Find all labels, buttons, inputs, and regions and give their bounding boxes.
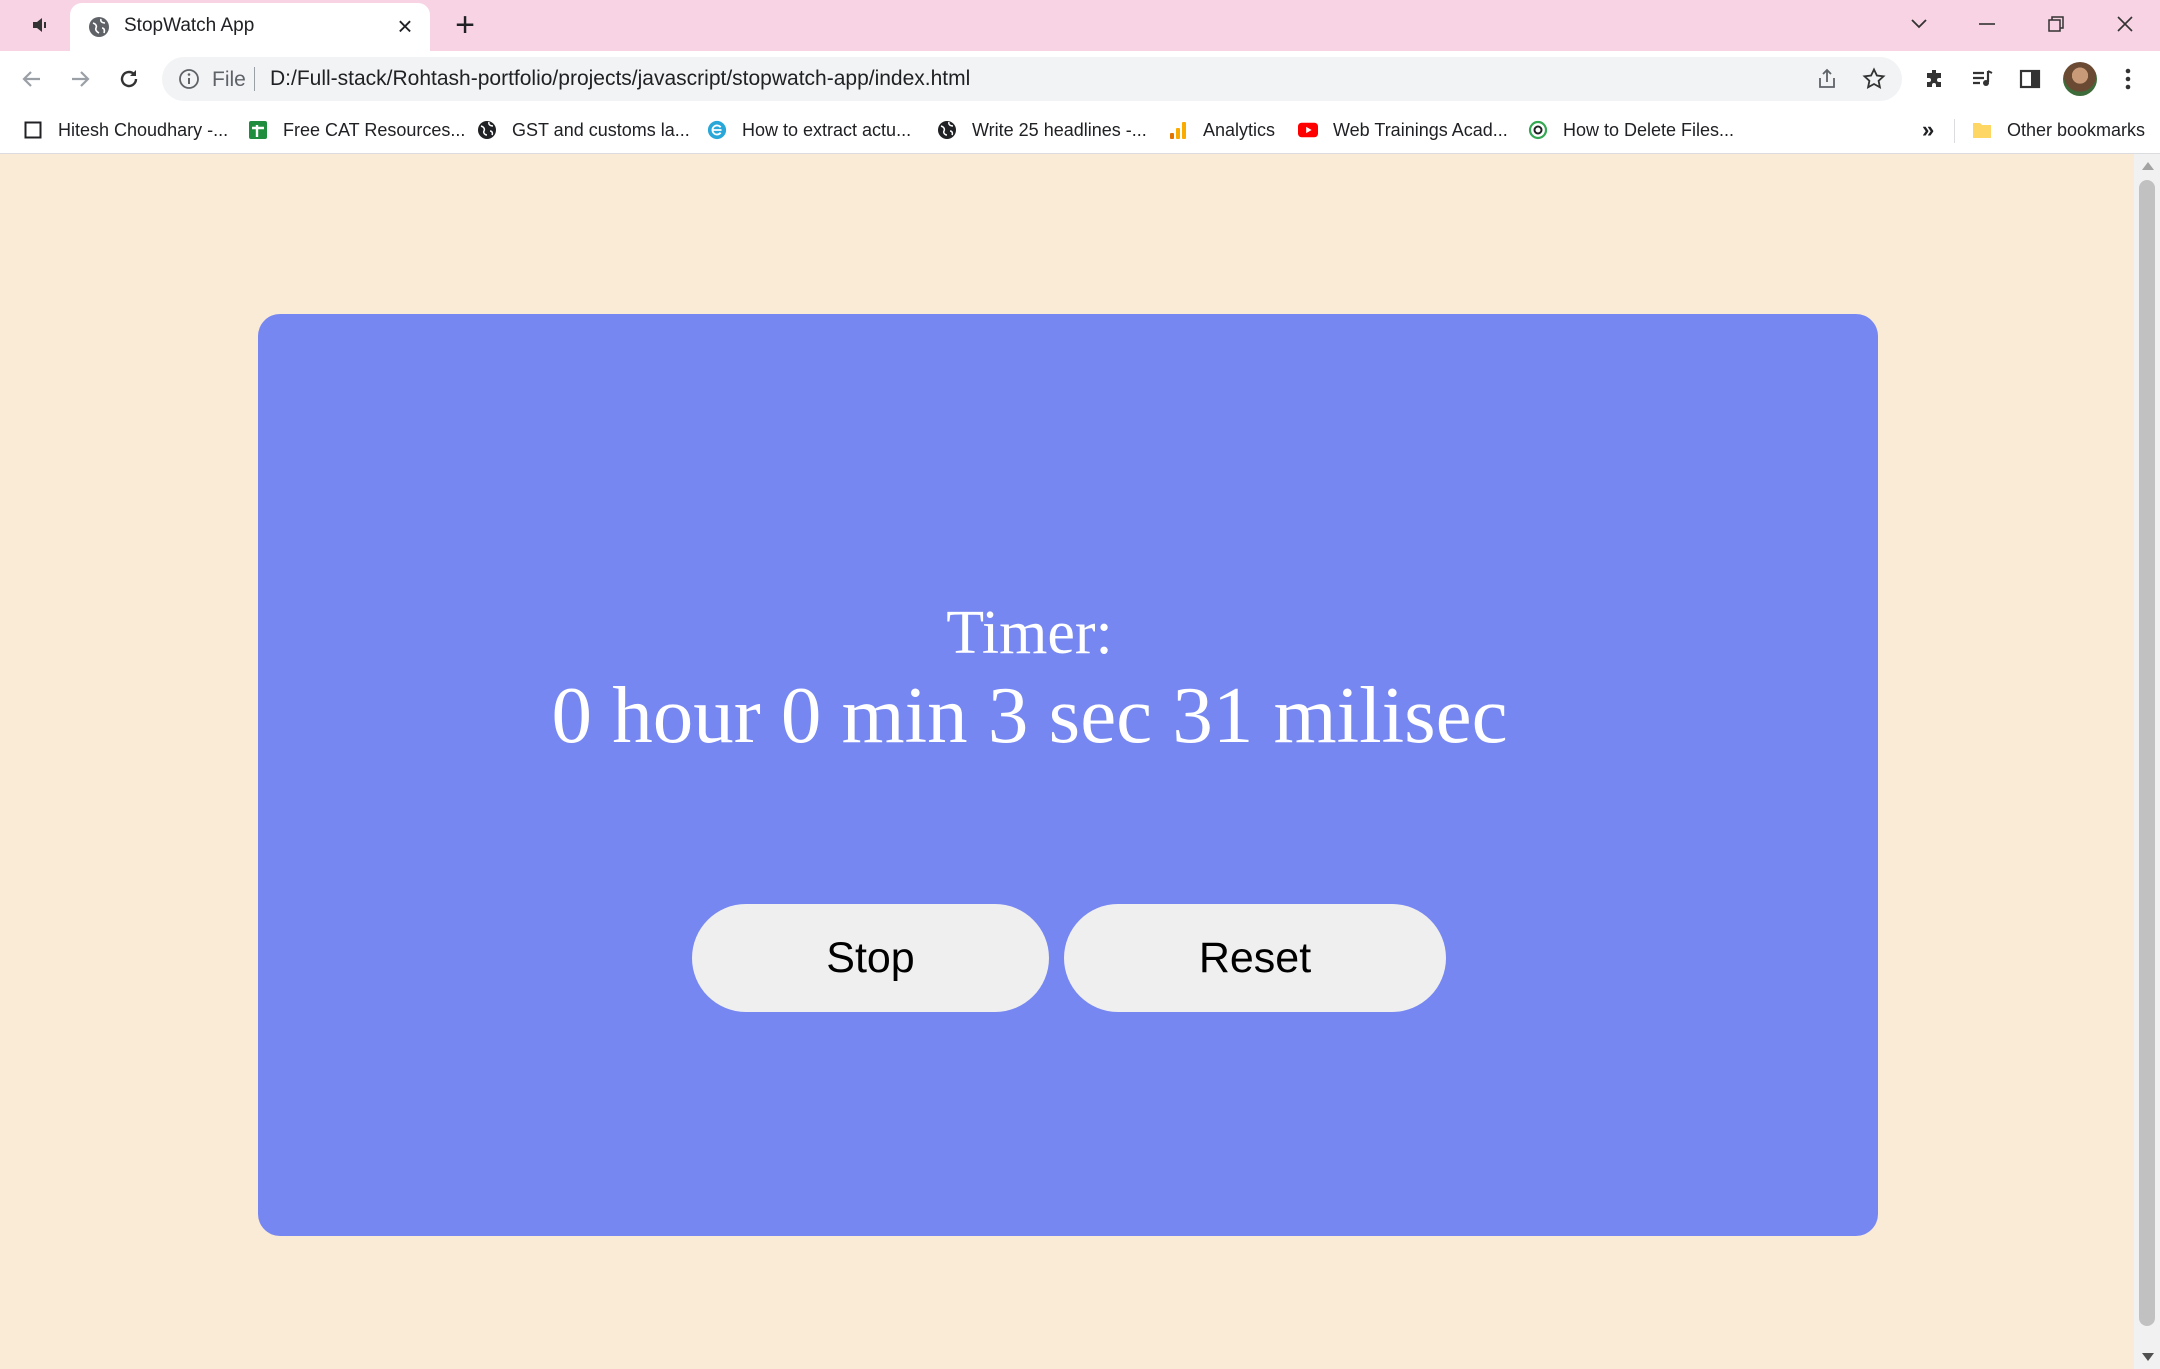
bookmark-label: Write 25 headlines -... bbox=[972, 119, 1147, 140]
sheets-icon bbox=[248, 120, 268, 140]
minimize-icon[interactable] bbox=[1963, 6, 2011, 42]
bookmark-item[interactable]: Analytics bbox=[1168, 115, 1275, 145]
address-bar[interactable]: File D:/Full-stack/Rohtash-portfolio/pro… bbox=[162, 57, 1902, 101]
bookmark-item[interactable]: Web Trainings Acad... bbox=[1298, 115, 1508, 145]
bookmark-label: GST and customs la... bbox=[512, 119, 690, 140]
tab-search-chevron-icon[interactable] bbox=[1895, 6, 1943, 42]
timer-display: 0 hour 0 min 3 sec 31 milisec bbox=[551, 670, 1508, 760]
scheme-label: File bbox=[212, 68, 246, 91]
globe-icon bbox=[937, 120, 957, 140]
bookmark-label: Free CAT Resources... bbox=[283, 119, 466, 140]
analytics-icon bbox=[1168, 120, 1188, 140]
bookmark-item[interactable]: GST and customs la... bbox=[477, 115, 690, 145]
side-panel-icon[interactable] bbox=[2014, 63, 2046, 95]
folder-icon bbox=[1972, 120, 1992, 140]
scroll-down-arrow-icon[interactable] bbox=[2142, 1353, 2154, 1361]
bookmarks-bar: Hitesh Choudhary -... Free CAT Resources… bbox=[0, 107, 2160, 154]
back-arrow-icon[interactable] bbox=[14, 61, 50, 97]
star-bookmark-icon[interactable] bbox=[1861, 66, 1887, 92]
omnibox-separator bbox=[254, 67, 255, 91]
share-icon[interactable] bbox=[1814, 66, 1840, 92]
globe-icon bbox=[88, 16, 110, 38]
restore-icon[interactable] bbox=[2032, 6, 2080, 42]
stopwatch-card: Timer: 0 hour 0 min 3 sec 31 milisec Sto… bbox=[258, 314, 1878, 1236]
scrollbar-thumb[interactable] bbox=[2139, 180, 2155, 1326]
url-text[interactable]: D:/Full-stack/Rohtash-portfolio/projects… bbox=[270, 67, 970, 91]
e-logo-icon bbox=[707, 120, 727, 140]
vertical-scrollbar[interactable] bbox=[2134, 154, 2160, 1369]
bookmark-item[interactable]: How to Delete Files... bbox=[1528, 115, 1734, 145]
reset-button[interactable]: Reset bbox=[1064, 904, 1446, 1012]
tab-strip: StopWatch App × + bbox=[0, 0, 2160, 51]
timer-label: Timer: bbox=[946, 599, 1113, 667]
info-icon[interactable] bbox=[178, 68, 200, 90]
bookmark-label: Web Trainings Acad... bbox=[1333, 119, 1508, 140]
bookmark-item[interactable]: How to extract actu... bbox=[707, 115, 911, 145]
bookmark-item[interactable]: Free CAT Resources... bbox=[248, 115, 465, 145]
media-queue-icon[interactable] bbox=[1966, 63, 1998, 95]
bookmark-item[interactable]: Hitesh Choudhary -... bbox=[23, 115, 228, 145]
youtube-icon bbox=[1298, 120, 1318, 140]
tab-title: StopWatch App bbox=[124, 15, 255, 36]
globe-icon bbox=[477, 120, 497, 140]
speaker-icon[interactable] bbox=[26, 12, 56, 38]
page-viewport: Timer: 0 hour 0 min 3 sec 31 milisec Sto… bbox=[0, 154, 2134, 1369]
profile-avatar[interactable] bbox=[2063, 62, 2097, 96]
close-window-icon[interactable] bbox=[2101, 6, 2149, 42]
browser-toolbar: File D:/Full-stack/Rohtash-portfolio/pro… bbox=[0, 51, 2160, 107]
bookmark-label: How to extract actu... bbox=[742, 119, 912, 140]
bookmark-label: How to Delete Files... bbox=[1563, 119, 1735, 140]
other-bookmarks-label: Other bookmarks bbox=[2007, 119, 2146, 140]
square-outline-icon bbox=[23, 120, 43, 140]
forward-arrow-icon[interactable] bbox=[62, 61, 98, 97]
green-c-icon bbox=[1528, 120, 1548, 140]
menu-kebab-icon[interactable] bbox=[2112, 63, 2144, 95]
reload-icon[interactable] bbox=[111, 61, 147, 97]
tab-stopwatch-app[interactable]: StopWatch App × bbox=[70, 3, 430, 51]
extensions-puzzle-icon[interactable] bbox=[1919, 63, 1951, 95]
bookmark-label: Hitesh Choudhary -... bbox=[58, 119, 229, 140]
more-bookmarks-chevron[interactable]: » bbox=[1922, 117, 1934, 143]
bookmarks-separator bbox=[1954, 119, 1955, 143]
other-bookmarks-folder[interactable]: Other bookmarks bbox=[1972, 115, 2145, 145]
scroll-up-arrow-icon[interactable] bbox=[2142, 162, 2154, 170]
stop-button[interactable]: Stop bbox=[692, 904, 1049, 1012]
bookmark-item[interactable]: Write 25 headlines -... bbox=[937, 115, 1147, 145]
close-tab-icon[interactable]: × bbox=[390, 11, 420, 41]
bookmark-label: Analytics bbox=[1203, 119, 1276, 140]
new-tab-button[interactable]: + bbox=[448, 8, 482, 42]
